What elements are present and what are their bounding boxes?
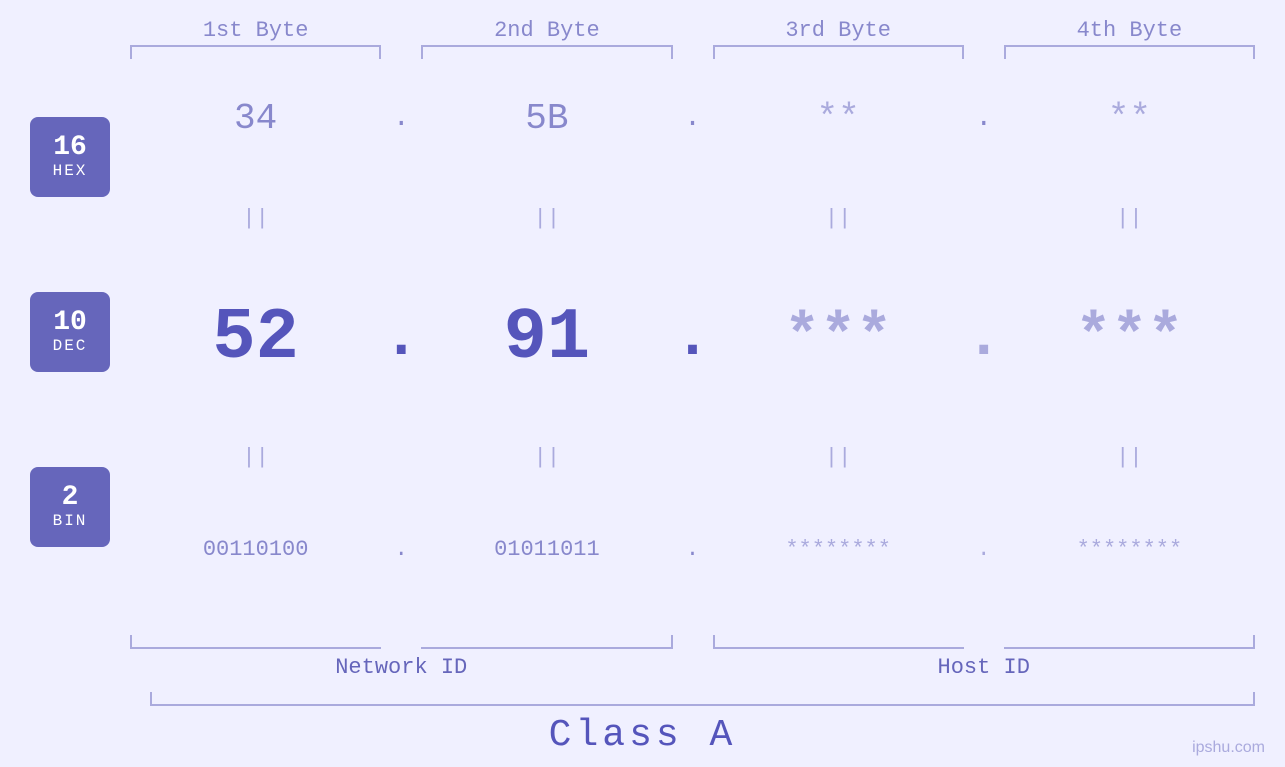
byte-header-4: 4th Byte [1004,18,1255,43]
watermark: ipshu.com [1192,739,1265,757]
hex-byte3: ** [713,98,964,139]
dec-dot3: . [964,302,1004,373]
bin-dot1: . [381,537,421,562]
dec-badge: 10 DEC [30,292,110,372]
dec-byte2: 91 [421,297,672,379]
dec-byte3: *** [713,304,964,372]
bin-row: 00110100 . 01011011 . ******** . *******… [130,537,1255,562]
hex-byte2: 5B [421,98,672,139]
byte-header-1: 1st Byte [130,18,381,43]
class-bracket [150,692,1255,706]
hex-dot1: . [381,103,421,134]
bin-dot3: . [964,537,1004,562]
bin-byte4: ******** [1004,537,1255,562]
hex-row: 34 . 5B . ** . ** [130,98,1255,139]
dec-row: 52 . 91 . *** . *** [130,297,1255,379]
bin-byte3: ******** [713,537,964,562]
dec-byte1: 52 [130,297,381,379]
hex-badge: 16 HEX [30,117,110,197]
bin-byte2: 01011011 [421,537,672,562]
class-a-label: Class A [0,714,1285,757]
bin-byte1: 00110100 [130,537,381,562]
hex-dot2: . [673,103,713,134]
sep-row-1: || || || || [130,206,1255,231]
main-container: 1st Byte 2nd Byte 3rd Byte 4th Byte 16 H… [0,0,1285,767]
host-id-label: Host ID [713,655,1256,680]
bin-badge: 2 BIN [30,467,110,547]
sep-row-2: || || || || [130,445,1255,470]
hex-dot3: . [964,103,1004,134]
hex-byte1: 34 [130,98,381,139]
bin-dot2: . [673,537,713,562]
byte-header-3: 3rd Byte [713,18,964,43]
network-id-label: Network ID [130,655,673,680]
hex-byte4: ** [1004,98,1255,139]
byte-header-2: 2nd Byte [421,18,672,43]
dec-dot1: . [381,302,421,373]
dec-byte4: *** [1004,304,1255,372]
dec-dot2: . [673,302,713,373]
